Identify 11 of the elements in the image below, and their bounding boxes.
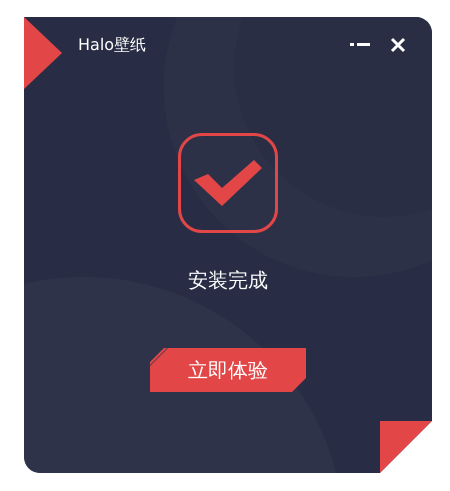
start-button[interactable]: 立即体验 — [150, 348, 306, 392]
close-button[interactable] — [390, 37, 406, 53]
corner-triangle-icon — [24, 17, 62, 89]
folded-corner-icon — [380, 421, 432, 473]
minimize-icon — [350, 42, 370, 48]
stripe-icon — [150, 348, 168, 366]
minimize-button[interactable] — [350, 42, 370, 48]
window-title: Halo壁纸 — [78, 34, 148, 56]
close-icon — [390, 37, 406, 53]
checkmark-icon — [194, 160, 262, 206]
status-text: 安装完成 — [188, 267, 268, 294]
